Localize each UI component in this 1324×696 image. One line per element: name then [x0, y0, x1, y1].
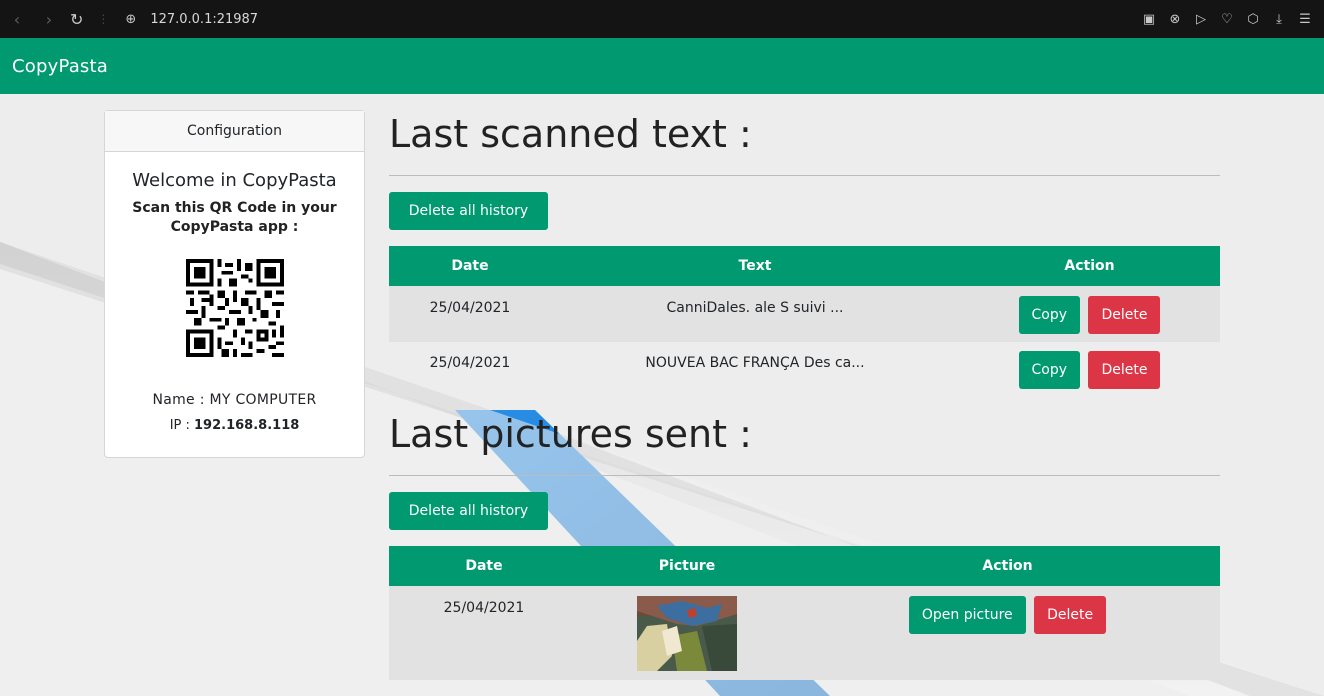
column-header: Action: [1064, 257, 1115, 274]
column-header: Date: [451, 257, 489, 274]
copy-button[interactable]: Copy: [1018, 295, 1081, 334]
column-header: Text: [738, 257, 772, 274]
forward-icon[interactable]: ›: [38, 10, 60, 29]
row-date: 25/04/2021: [389, 340, 551, 396]
configuration-card: Configuration Welcome in CopyPasta Scan …: [104, 110, 365, 458]
table-row: 25/04/2021 CanniDales. ale S suivi ... C…: [389, 285, 1220, 341]
row-date: 25/04/2021: [389, 585, 579, 680]
camera-icon[interactable]: ▣: [1142, 12, 1156, 27]
row-actions: Copy Delete: [959, 285, 1220, 341]
back-icon[interactable]: ‹: [6, 10, 28, 29]
block-icon[interactable]: ⊗: [1168, 12, 1182, 27]
delete-button[interactable]: Delete: [1088, 350, 1161, 389]
table-header-row: Date Picture Action: [389, 546, 1220, 586]
heart-icon[interactable]: ♡: [1220, 12, 1234, 27]
row-actions: Open picture Delete: [795, 585, 1220, 680]
card-header: Configuration: [105, 111, 364, 152]
table-row: 25/04/2021 NOUVEA BAC FRANÇA Des ca... C…: [389, 340, 1220, 396]
ip-value: 192.168.8.118: [194, 418, 300, 433]
send-icon[interactable]: ▷: [1194, 12, 1208, 27]
toolbar-divider: ⋮: [97, 12, 110, 26]
box-icon[interactable]: ⬡: [1246, 12, 1260, 27]
table-row: 25/04/2021 Open picture Delete: [389, 585, 1220, 680]
open-picture-button[interactable]: Open picture: [908, 595, 1026, 634]
pictures-section-title: Last pictures sent :: [389, 412, 752, 456]
picture-thumbnail[interactable]: [637, 595, 737, 671]
computer-name: Name : MY COMPUTER: [105, 392, 364, 408]
divider: [389, 175, 1220, 176]
delete-all-pictures-history-button[interactable]: Delete all history: [389, 492, 548, 530]
ip-address: IP : 192.168.8.118: [105, 418, 364, 433]
app-navbar: CopyPasta: [0, 38, 1324, 94]
divider: [389, 475, 1220, 476]
reload-icon[interactable]: ↻: [70, 10, 83, 29]
address-bar[interactable]: 127.0.0.1:21987: [150, 12, 258, 27]
browser-toolbar: ‹ › ↻ ⋮ ⊕ 127.0.0.1:21987 ▣ ⊗ ▷ ♡ ⬡ ⤓ ☰: [0, 0, 1324, 38]
brand-title[interactable]: CopyPasta: [12, 56, 108, 77]
table-header-row: Date Text Action: [389, 246, 1220, 286]
row-actions: Copy Delete: [959, 340, 1220, 396]
pictures-history-table: Date Picture Action 25/04/2021 Open pict…: [389, 546, 1220, 680]
delete-button[interactable]: Delete: [1088, 295, 1161, 334]
row-picture: [579, 585, 795, 680]
name-label: Name :: [152, 392, 205, 408]
delete-all-text-history-button[interactable]: Delete all history: [389, 192, 548, 230]
text-history-table: Date Text Action 25/04/2021 CanniDales. …: [389, 246, 1220, 396]
row-text: NOUVEA BAC FRANÇA Des ca...: [551, 340, 959, 396]
column-header: Date: [465, 557, 503, 574]
welcome-heading: Welcome in CopyPasta: [132, 170, 337, 191]
main-content: Last scanned text : Delete all history D…: [389, 94, 1220, 680]
column-header: Picture: [658, 557, 716, 574]
copy-button[interactable]: Copy: [1018, 350, 1081, 389]
row-text: CanniDales. ale S suivi ...: [551, 285, 959, 341]
text-section-title: Last scanned text :: [389, 112, 752, 156]
scan-instructions: Scan this QR Code in your CopyPasta app …: [132, 200, 337, 235]
menu-icon[interactable]: ☰: [1298, 12, 1312, 27]
row-date: 25/04/2021: [389, 285, 551, 341]
ip-label: IP :: [169, 418, 190, 433]
name-value: MY COMPUTER: [209, 392, 317, 408]
qr-code: [185, 259, 284, 357]
download-icon[interactable]: ⤓: [1272, 12, 1286, 27]
delete-button[interactable]: Delete: [1034, 595, 1107, 634]
globe-icon: ⊕: [125, 11, 137, 27]
column-header: Action: [982, 557, 1033, 574]
